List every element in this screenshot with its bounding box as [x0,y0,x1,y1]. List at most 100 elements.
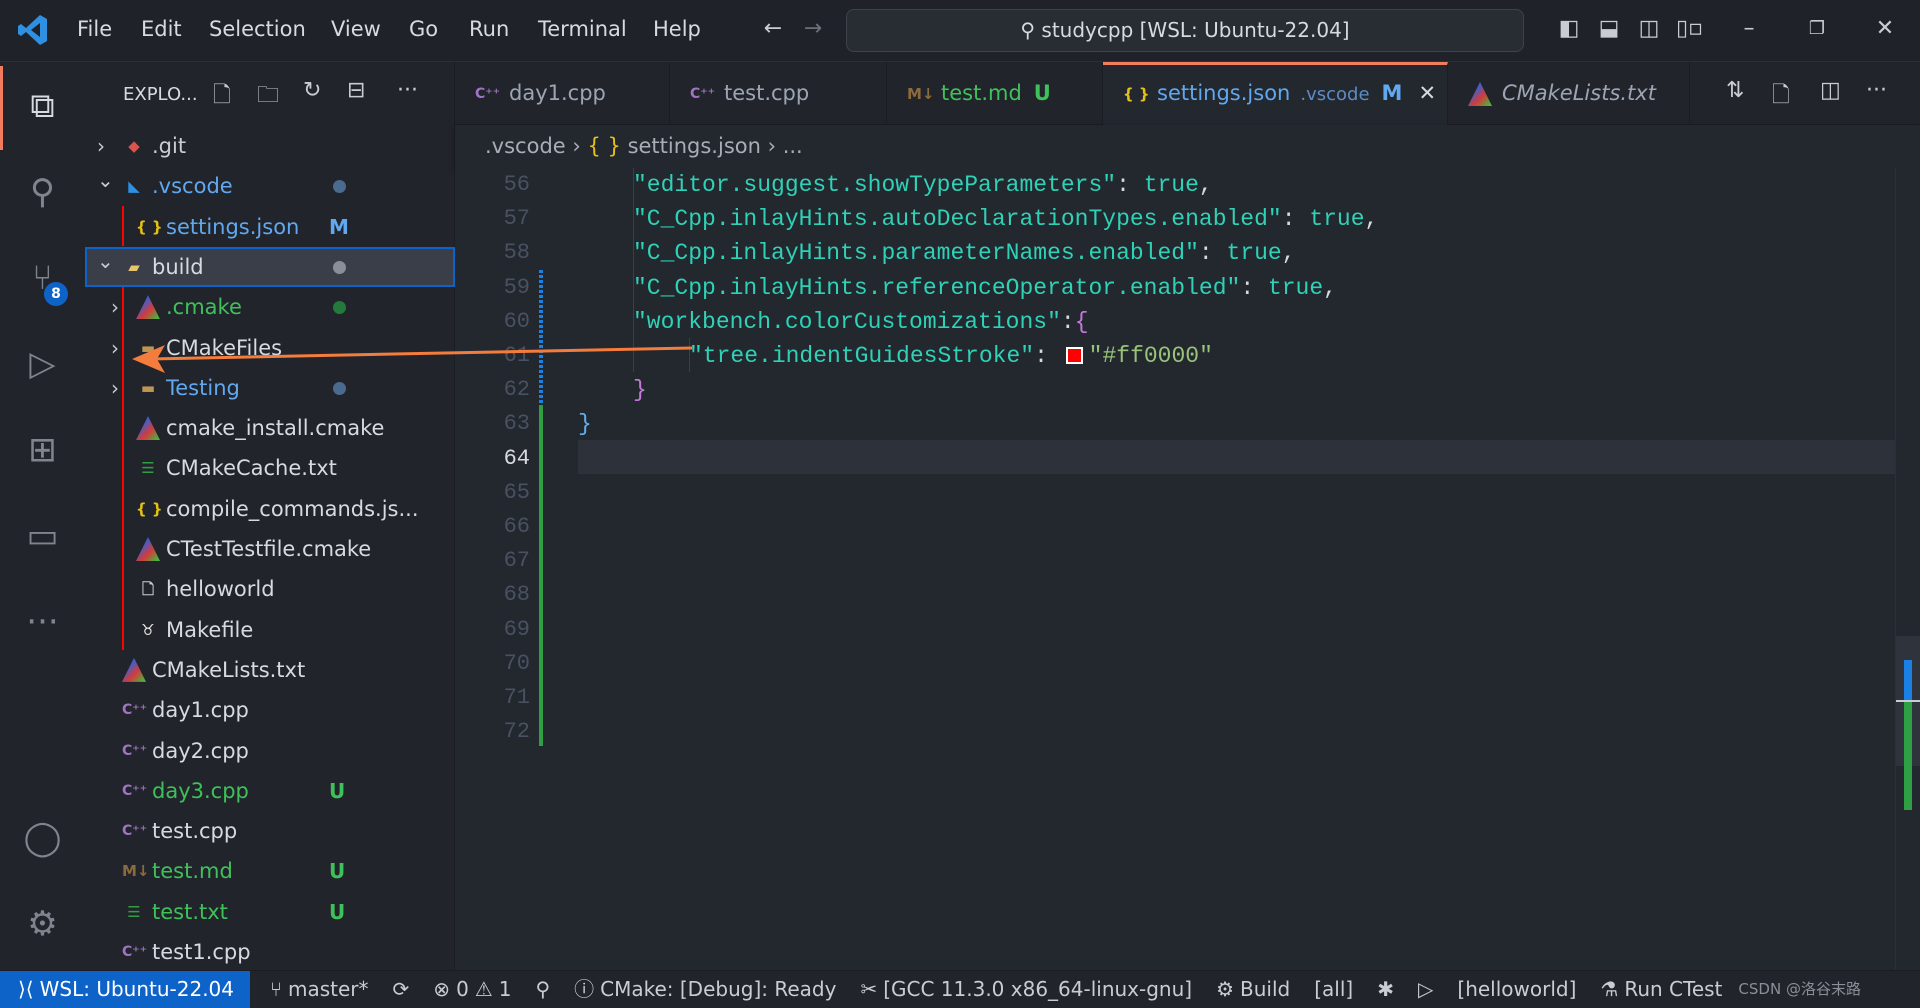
tab-test-md[interactable]: M↓ test.md U [887,62,1103,125]
color-swatch[interactable] [1065,347,1083,364]
tree-item-test-cpp[interactable]: C⁺⁺ test.cpp [85,811,455,851]
build-button[interactable]: ⚙ Build [1204,971,1302,1008]
tree-item-day3-cpp[interactable]: C⁺⁺ day3.cpp U [85,771,455,811]
code-line: } [633,373,647,407]
tree-item--vscode[interactable]: ⌄ ◣ .vscode [85,166,455,206]
tree-item-cmake-install-cmake[interactable]: cmake_install.cmake [85,408,455,448]
toggle-secondary-sidebar-icon[interactable]: ◫ [1636,16,1662,42]
cmake-kit[interactable]: ✂ [GCC 11.3.0 x86_64-linux-gnu] [848,971,1204,1008]
tree-item-testing[interactable]: › ▬ Testing [85,368,455,408]
breadcrumb-symbol[interactable]: ... [783,134,803,158]
new-file-icon[interactable]: 🗋 [213,78,231,116]
chevron-right-icon[interactable]: › [111,328,119,368]
tree-item-compile-commands-js-[interactable]: { } compile_commands.js... [85,489,455,529]
search-icon[interactable]: ⚲ [0,152,85,232]
tree-item--cmake[interactable]: › .cmake [85,287,455,327]
forward-arrow-icon[interactable]: → [800,16,826,42]
menu-run[interactable]: Run [469,17,509,41]
sync-button[interactable]: ⟳ [381,971,422,1008]
file-name: test.md [152,859,233,884]
tree-item-test1-cpp[interactable]: C⁺⁺ test1.cpp [85,932,455,972]
close-window-icon[interactable]: ✕ [1872,16,1898,42]
activity-bar: ⧉ ⚲ ⑂ 8 ▷ ⊞ ▭ ··· ◯ ⚙ [0,62,85,970]
restore-icon[interactable]: ❐ [1804,16,1830,42]
breadcrumb-folder[interactable]: .vscode [485,134,566,158]
code-editor[interactable]: 56 "editor.suggest.showTypeParameters": t… [455,168,1920,970]
menu-help[interactable]: Help [653,17,701,41]
menu-file[interactable]: File [77,17,112,41]
source-control-icon[interactable]: ⑂ 8 [0,238,85,318]
remote-explorer-icon[interactable]: ▭ [0,496,85,576]
account-icon[interactable]: ◯ [0,798,85,878]
tab-git-badge: U [1033,81,1051,105]
refresh-icon[interactable]: ↻ [303,78,321,103]
tab-day1-cpp[interactable]: C⁺⁺ day1.cpp [455,62,670,125]
play-icon: ▷ [1418,977,1434,1001]
tab-settings-json[interactable]: { } settings.json .vscode M ✕ [1103,62,1448,125]
branch-item[interactable]: ⑂ master* [258,971,381,1008]
toggle-primary-sidebar-icon[interactable]: ◧ [1556,16,1582,42]
menu-edit[interactable]: Edit [141,17,182,41]
run-debug-icon[interactable]: ▷ [0,324,85,404]
debug-remote-button[interactable]: ⚲ [523,971,562,1008]
problems-item[interactable]: ⊗ 0 ⚠ 1 [421,971,523,1008]
more-actions-icon[interactable]: ··· [397,78,418,103]
more-icon[interactable]: ··· [0,582,85,662]
tree-item-helloworld[interactable]: 🗋 helloworld [85,569,455,609]
token: : [1281,206,1310,233]
editor-scrollbar[interactable] [1895,168,1920,970]
settings-gear-icon[interactable]: ⚙ [0,884,85,964]
folder-icon: ▬ [140,378,156,397]
chevron-right-icon[interactable]: › [111,368,119,408]
tree-item-cmakelists-txt[interactable]: CMakeLists.txt [85,650,455,690]
tree-item-cmakefiles[interactable]: › ▬ CMakeFiles [85,328,455,368]
menu-go[interactable]: Go [409,17,438,41]
new-folder-icon[interactable]: 🗀 [257,78,279,116]
extensions-icon[interactable]: ⊞ [0,410,85,490]
run-button[interactable]: ▷ [1406,971,1445,1008]
split-editor-icon[interactable]: ◫ [1820,78,1841,103]
tree-item-day2-cpp[interactable]: C⁺⁺ day2.cpp [85,731,455,771]
run-ctest-button[interactable]: ⚗ Run CTest [1588,971,1734,1008]
tree-item-test-md[interactable]: M↓ test.md U [85,851,455,891]
chevron-down-icon[interactable]: ⌄ [97,160,114,200]
build-target[interactable]: [all] [1302,971,1365,1008]
menu-terminal[interactable]: Terminal [538,17,627,41]
breadcrumb-file[interactable]: settings.json [628,134,761,158]
line-number: 63 [503,411,530,437]
collapse-all-icon[interactable]: ⊟ [347,78,365,103]
markdown-icon: M↓ [122,862,150,881]
tree-item-ctesttestfile-cmake[interactable]: CTestTestfile.cmake [85,529,455,569]
tree-item-cmakecache-txt[interactable]: ☰ CMakeCache.txt [85,448,455,488]
tree-item-settings-json[interactable]: { } settings.json M [85,207,455,247]
menu-view[interactable]: View [331,17,381,41]
tree-item-build[interactable]: ⌄ ▰ build [85,246,455,287]
chevron-right-icon[interactable]: › [111,287,119,327]
editor-more-actions-icon[interactable]: ··· [1866,78,1887,103]
cmake-status[interactable]: ⓘ CMake: [Debug]: Ready [562,971,848,1008]
tab-test-cpp[interactable]: C⁺⁺ test.cpp [670,62,887,125]
explorer-icon[interactable]: ⧉ [0,66,85,146]
command-center-search[interactable]: ⚲ studycpp [WSL: Ubuntu-22.04] [846,9,1524,52]
line-number: 72 [503,719,530,745]
tree-item-test-txt[interactable]: ☰ test.txt U [85,892,455,932]
markdown-icon: M↓ [907,85,935,103]
debug-button[interactable]: ✱ [1365,971,1406,1008]
chevron-right-icon: › [767,134,783,158]
open-changes-icon[interactable]: ⇅ [1726,78,1744,103]
launch-target[interactable]: [helloworld] [1445,971,1588,1008]
close-tab-icon[interactable]: ✕ [1418,81,1436,105]
toggle-panel-icon[interactable]: ⬓ [1596,16,1622,42]
chevron-down-icon[interactable]: ⌄ [97,241,114,281]
remote-indicator[interactable]: ⟩⟨ WSL: Ubuntu-22.04 [0,971,250,1008]
line-number: 65 [503,479,530,505]
menu-selection[interactable]: Selection [209,17,306,41]
tree-item--git[interactable]: › ◆ .git [85,126,455,166]
tree-item-day1-cpp[interactable]: C⁺⁺ day1.cpp [85,690,455,730]
customize-layout-icon[interactable]: ▯▫ [1676,16,1703,42]
open-file-icon[interactable]: 🗋 [1772,78,1790,116]
tree-item-makefile[interactable]: ♉ Makefile [85,610,455,650]
tab-cmakelists-txt[interactable]: CMakeLists.txt [1448,62,1690,125]
back-arrow-icon[interactable]: ← [760,16,786,42]
minimize-icon[interactable]: – [1736,16,1762,42]
